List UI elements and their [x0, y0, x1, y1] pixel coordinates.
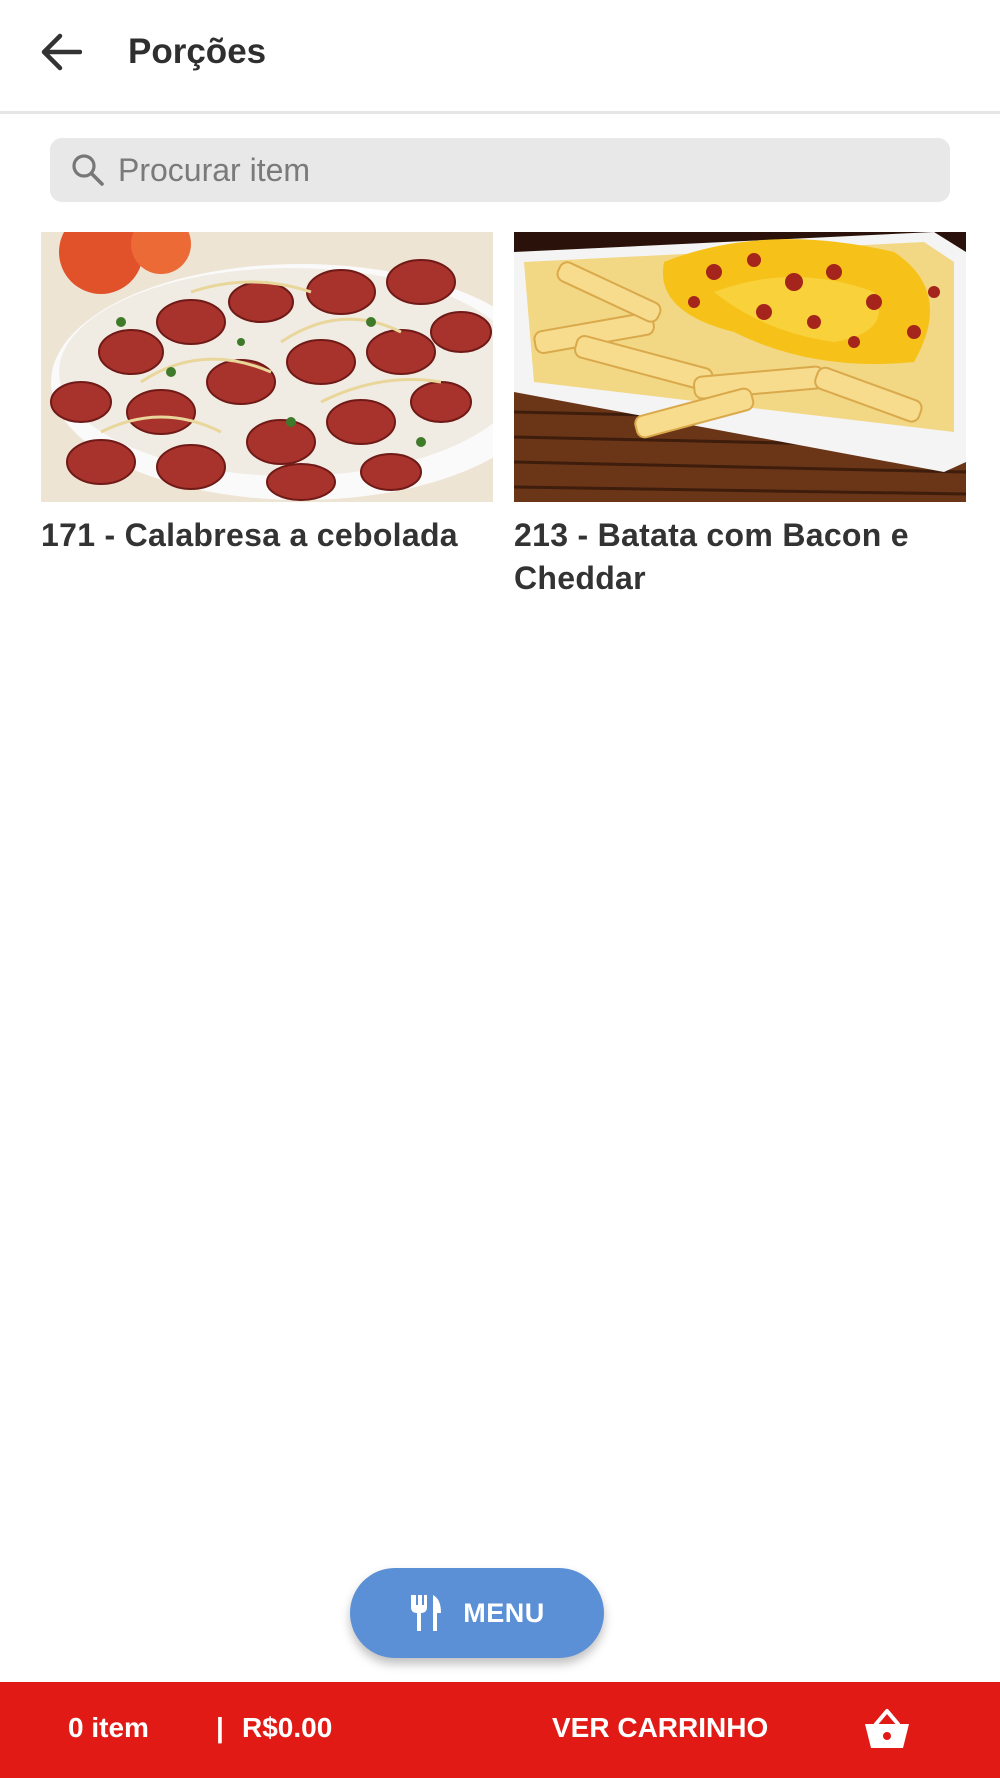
cart-divider: |: [216, 1712, 224, 1743]
top-app-bar: Porções: [0, 0, 1000, 114]
product-card[interactable]: 171 - Calabresa a cebolada: [41, 232, 493, 557]
search-bar[interactable]: [50, 138, 950, 202]
cart-total: R$0.00: [242, 1712, 333, 1743]
product-name: 213 - Batata com Bacon e Cheddar: [514, 517, 909, 596]
arrow-left-icon: [41, 33, 82, 71]
basket-icon[interactable]: [862, 1706, 912, 1754]
app-screen: Porções Procurar item 171 - Calabresa a …: [0, 0, 1000, 1778]
product-card[interactable]: 213 - Batata com Bacon e Cheddar: [514, 232, 966, 600]
product-image-calabresa: [41, 232, 493, 502]
utensils-icon: [411, 1595, 442, 1631]
cart-bar: 0 item | R$0.00 VER CARRINHO: [0, 1682, 1000, 1778]
search-input[interactable]: [118, 151, 918, 189]
page-title: Porções: [128, 32, 267, 71]
menu-button[interactable]: MENU: [350, 1568, 604, 1658]
view-cart-button[interactable]: VER CARRINHO: [552, 1712, 768, 1744]
product-name: 171 - Calabresa a cebolada: [41, 517, 458, 553]
product-image-batata: [514, 232, 966, 502]
cart-item-count: 0 item: [68, 1712, 149, 1743]
back-button[interactable]: [34, 26, 86, 78]
menu-label: MENU: [463, 1597, 545, 1628]
search-icon: [70, 152, 106, 188]
